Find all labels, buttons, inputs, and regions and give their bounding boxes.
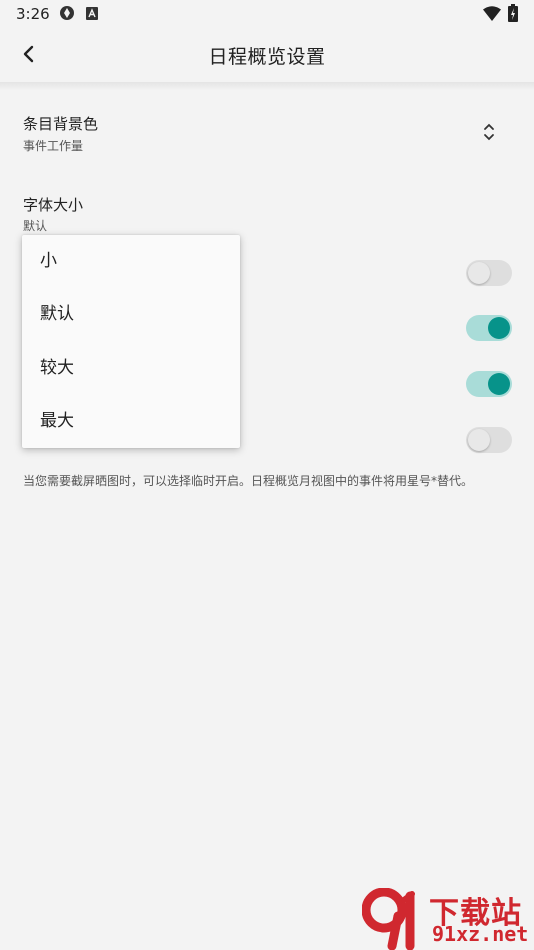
privacy-info-text: 当您需要截屏晒图时，可以选择临时开启。日程概览月视图中的事件将用星号*替代。 <box>23 474 474 488</box>
chevron-updown-icon[interactable] <box>481 120 497 144</box>
app-status-icon <box>60 6 74 20</box>
status-bar: 3:26 <box>0 0 534 28</box>
toggle-knob <box>468 429 490 451</box>
toggle-knob <box>468 262 490 284</box>
menu-item-default[interactable]: 默认 <box>22 288 240 341</box>
setting-item-background-title: 条目背景色 <box>23 115 99 133</box>
battery-icon <box>508 4 518 22</box>
wifi-icon <box>483 6 501 21</box>
setting-font-size-title: 字体大小 <box>23 196 84 214</box>
toggle-switch-4[interactable] <box>466 427 512 453</box>
watermark-logo-icon <box>362 888 415 950</box>
status-time: 3:26 <box>16 5 50 23</box>
setting-font-size-value: 默认 <box>23 219 48 233</box>
page-title: 日程概览设置 <box>208 46 326 68</box>
watermark: 下载站 91xz.net <box>360 886 534 950</box>
watermark-url: 91xz.net <box>432 922 529 946</box>
setting-font-size[interactable]: 字体大小 默认 <box>0 182 534 238</box>
setting-item-background[interactable]: 条目背景色 事件工作量 <box>0 100 534 168</box>
menu-item-larger[interactable]: 较大 <box>22 342 240 395</box>
app-bar: 日程概览设置 <box>0 28 534 82</box>
toggle-switch-2[interactable] <box>466 315 512 341</box>
menu-item-small[interactable]: 小 <box>22 235 240 288</box>
menu-item-largest[interactable]: 最大 <box>22 395 240 448</box>
setting-item-background-value: 事件工作量 <box>23 139 84 153</box>
app-bar-shadow <box>0 82 534 90</box>
toggle-knob <box>488 373 510 395</box>
a-status-icon <box>86 7 98 20</box>
toggle-switch-1[interactable] <box>466 260 512 286</box>
toggle-switch-3[interactable] <box>466 371 512 397</box>
toggle-knob <box>488 317 510 339</box>
font-size-dropdown: 小 默认 较大 最大 <box>22 235 240 448</box>
